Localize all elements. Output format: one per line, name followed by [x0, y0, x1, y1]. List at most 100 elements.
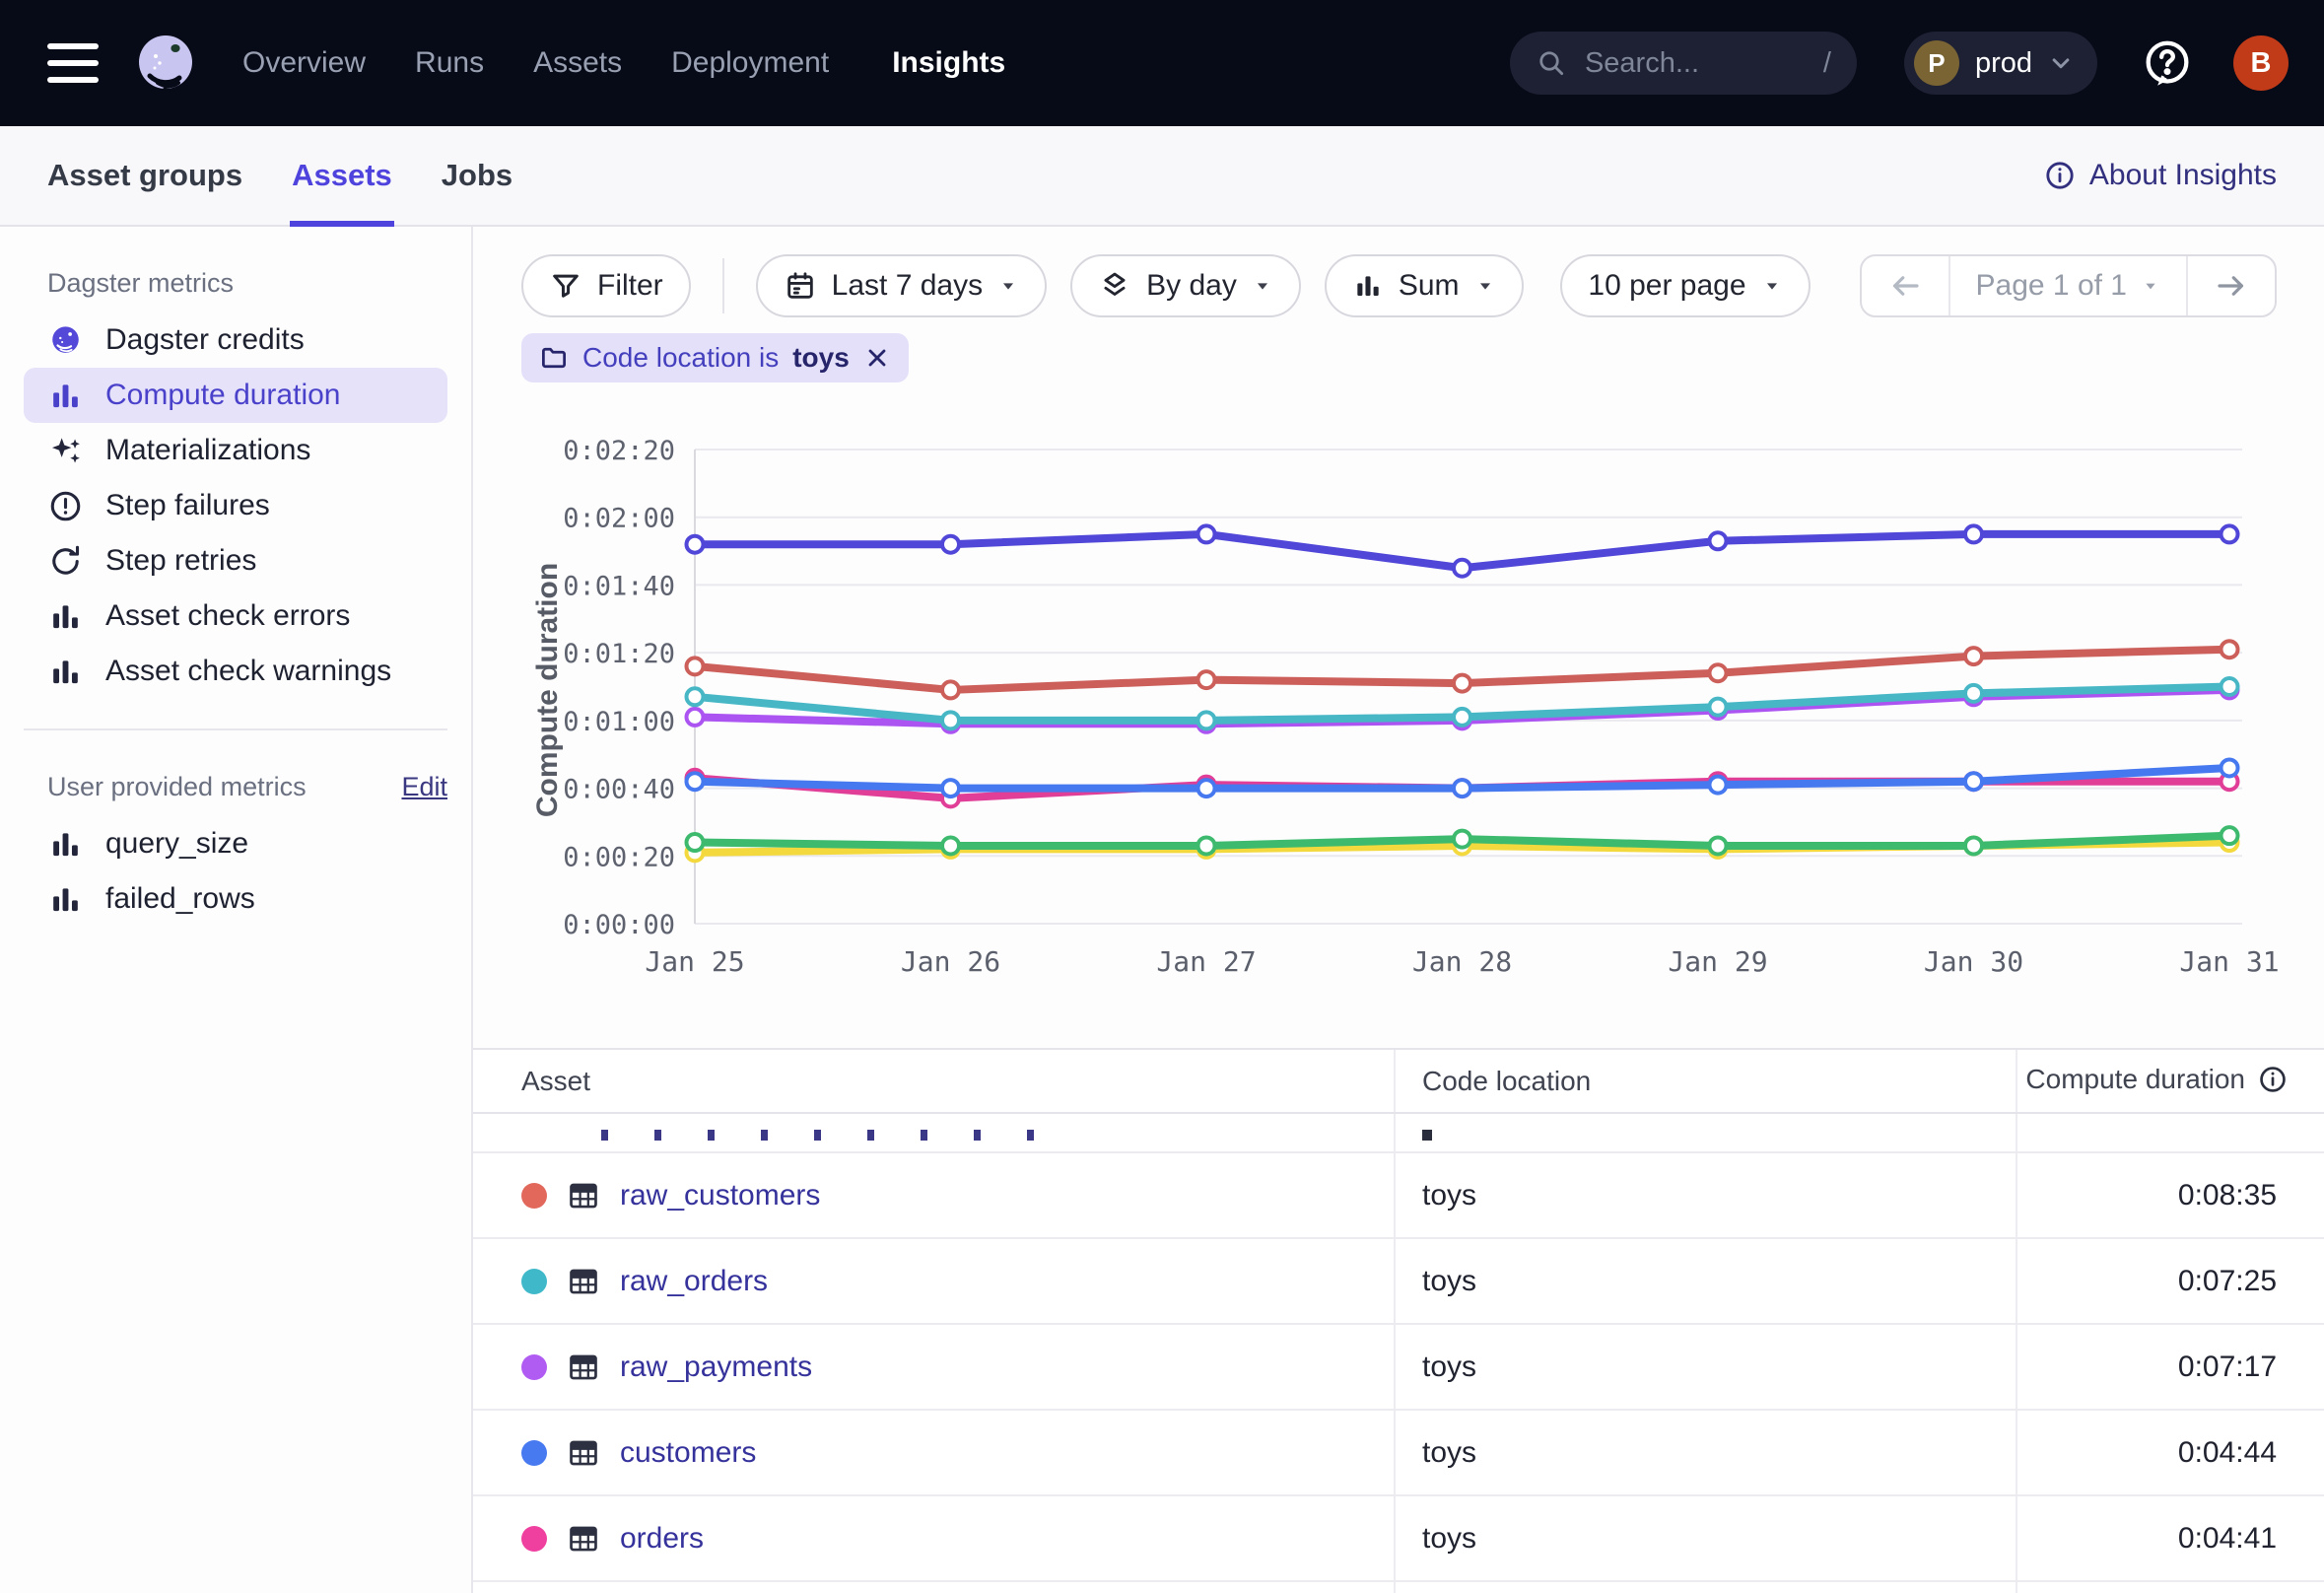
close-icon[interactable] [863, 344, 891, 372]
time-range-dropdown[interactable]: Last 7 days [756, 254, 1047, 317]
sidebar-item-step-retries[interactable]: Step retries [24, 533, 447, 589]
code-location-cell: toys [1422, 1239, 1476, 1323]
caret-down-icon [1252, 275, 1273, 297]
code-location-filter-chip[interactable]: Code location is toys [521, 333, 909, 382]
pager: Page 1 of 1 [1860, 254, 2277, 317]
sidebar-section-title: User provided metricsEdit [47, 772, 447, 802]
dagster-octopus-icon [47, 322, 84, 359]
table-grid-icon [567, 1179, 600, 1212]
column-header-code-location: Code location [1422, 1066, 1591, 1097]
tab-jobs[interactable]: Jobs [442, 126, 513, 225]
tab-assets[interactable]: Assets [292, 126, 392, 225]
code-location-cell: toys [1422, 1496, 1476, 1580]
toolbar-divider [722, 258, 724, 313]
asset-link-orders[interactable]: orders [620, 1522, 704, 1556]
asset-link-customers[interactable]: customers [620, 1436, 756, 1470]
deployment-switcher[interactable]: P prod [1904, 32, 2097, 95]
refresh-icon [47, 543, 84, 580]
svg-text:0:00:40: 0:00:40 [563, 775, 675, 805]
tab-asset-groups[interactable]: Asset groups [47, 126, 242, 225]
nav-item-deployment[interactable]: Deployment [671, 46, 829, 80]
bar-chart-icon [47, 378, 84, 414]
svg-text:Jan 29: Jan 29 [1668, 945, 1767, 978]
pagination-tools: 10 per page Page 1 of 1 [1560, 254, 2277, 317]
compute-duration-chart: 0:00:000:00:200:00:400:01:000:01:200:01:… [473, 394, 2324, 1025]
sidebar-item-materializations[interactable]: Materializations [24, 423, 447, 478]
code-location-cell: toys [1422, 1153, 1476, 1237]
time-range-value: Last 7 days [832, 269, 983, 303]
per-page-value: 10 per page [1588, 269, 1745, 303]
nav-item-runs[interactable]: Runs [415, 46, 484, 80]
edit-metrics-link[interactable]: Edit [401, 772, 447, 802]
assets-table: Asset Code location Compute duration raw… [473, 1048, 2324, 1593]
series-color-dot [521, 1354, 547, 1380]
sparkles-icon [47, 433, 84, 469]
per-page-dropdown[interactable]: 10 per page [1560, 254, 1810, 317]
asset-cell: orders [521, 1496, 704, 1580]
asset-cell: raw_payments [521, 1325, 812, 1409]
filter-button[interactable]: Filter [521, 254, 691, 317]
nav-item-assets[interactable]: Assets [533, 46, 622, 80]
filter-label: Filter [597, 269, 663, 303]
asset-link-raw-customers[interactable]: raw_customers [620, 1179, 820, 1212]
svg-text:Jan 31: Jan 31 [2179, 945, 2279, 978]
chip-prefix: Code location is [582, 342, 779, 374]
asset-link-raw-payments[interactable]: raw_payments [620, 1351, 812, 1384]
sidebar-item-label: Step retries [105, 544, 256, 578]
sidebar-item-label: failed_rows [105, 882, 255, 916]
svg-text:0:01:00: 0:01:00 [563, 707, 675, 737]
deployment-name: prod [1975, 47, 2032, 80]
calendar-icon [784, 269, 817, 303]
sidebar-item-label: Compute duration [105, 379, 340, 412]
svg-text:0:01:20: 0:01:20 [563, 639, 675, 669]
about-insights-link[interactable]: About Insights [2043, 126, 2277, 225]
next-page-button[interactable] [2186, 256, 2275, 315]
prev-page-button[interactable] [1862, 256, 1948, 315]
search-icon [1536, 47, 1567, 79]
svg-text:Jan 27: Jan 27 [1156, 945, 1256, 978]
sidebar-section-title: Dagster metrics [47, 268, 447, 299]
table-row: raw_customers toys 0:08:35 [473, 1153, 2324, 1239]
series-color-dot [521, 1440, 547, 1466]
aggregation-value: Sum [1399, 269, 1460, 303]
svg-text:Compute duration: Compute duration [531, 563, 564, 817]
nav-item-overview[interactable]: Overview [242, 46, 366, 80]
search-input[interactable]: Search... / [1510, 32, 1857, 95]
about-insights-label: About Insights [2089, 159, 2277, 192]
chart-toolbar: Filter Last 7 days By day Sum [521, 254, 1524, 317]
page-indicator[interactable]: Page 1 of 1 [1948, 256, 2186, 315]
user-avatar[interactable]: B [2233, 35, 2289, 91]
compute-duration-cell: 0:07:17 [2178, 1325, 2277, 1409]
nav-item-insights[interactable]: Insights [892, 46, 1005, 80]
sidebar-item-asset-check-errors[interactable]: Asset check errors [24, 589, 447, 644]
sidebar-item-compute-duration[interactable]: Compute duration [24, 368, 447, 423]
sidebar-item-step-failures[interactable]: Step failures [24, 478, 447, 533]
svg-text:Jan 26: Jan 26 [901, 945, 1000, 978]
chip-value: toys [792, 342, 850, 374]
dagster-logo-icon[interactable] [132, 30, 199, 97]
sidebar-item-label: Step failures [105, 489, 270, 522]
sidebar-item-asset-check-warnings[interactable]: Asset check warnings [24, 644, 447, 699]
aggregation-dropdown[interactable]: Sum [1325, 254, 1524, 317]
caret-down-icon [2141, 276, 2160, 296]
sidebar-item-dagster-credits[interactable]: Dagster credits [24, 312, 447, 368]
info-icon [2043, 159, 2077, 192]
help-icon[interactable] [2141, 36, 2194, 90]
sidebar-item-failed-rows[interactable]: failed_rows [24, 871, 447, 927]
group-by-dropdown[interactable]: By day [1070, 254, 1301, 317]
compute-duration-cell: 0:08:35 [2178, 1153, 2277, 1237]
sidebar-item-query-size[interactable]: query_size [24, 816, 447, 871]
arrow-right-icon [2214, 268, 2249, 304]
svg-text:Jan 30: Jan 30 [1924, 945, 2023, 978]
asset-link-raw-orders[interactable]: raw_orders [620, 1265, 768, 1298]
table-row: raw_orderstoys0:07:25 [473, 1239, 2324, 1325]
asset-cell: raw_customers [521, 1153, 820, 1237]
info-icon[interactable] [2257, 1064, 2289, 1095]
series-color-dot [521, 1526, 547, 1552]
sidebar-item-label: Asset check errors [105, 599, 350, 633]
svg-text:0:02:20: 0:02:20 [563, 436, 675, 466]
svg-text:0:02:00: 0:02:00 [563, 504, 675, 534]
bar-chart-icon [47, 826, 84, 863]
menu-icon[interactable] [47, 43, 99, 83]
sidebar-item-label: Asset check warnings [105, 655, 391, 688]
